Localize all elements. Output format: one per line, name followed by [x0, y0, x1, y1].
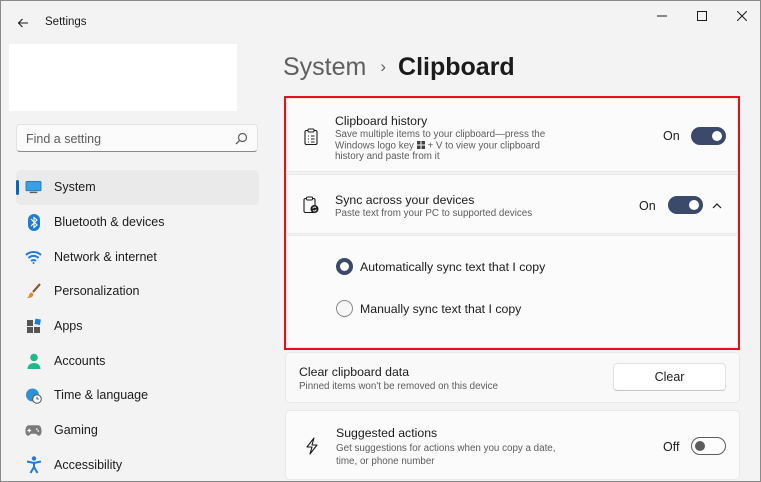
- sidebar-item-time-language[interactable]: Time & language: [16, 378, 259, 413]
- sidebar-item-label: System: [54, 180, 96, 195]
- setting-description: Get suggestions for actions when you cop…: [336, 443, 556, 467]
- back-button[interactable]: [9, 9, 37, 37]
- lightning-icon: [302, 436, 322, 456]
- minimize-button[interactable]: [641, 3, 683, 29]
- maximize-button[interactable]: [681, 3, 723, 29]
- apps-icon: [25, 318, 42, 335]
- account-profile-card[interactable]: [9, 44, 237, 111]
- sidebar-item-bluetooth[interactable]: Bluetooth & devices: [16, 205, 259, 240]
- sidebar-item-accessibility[interactable]: Accessibility: [16, 448, 259, 482]
- minimize-icon: [657, 15, 667, 17]
- gamepad-icon: [25, 422, 42, 439]
- highlight-box: [284, 96, 740, 350]
- page-title: Clipboard: [398, 52, 515, 81]
- close-icon: [737, 11, 747, 21]
- breadcrumb-parent[interactable]: System: [283, 53, 366, 82]
- sidebar-item-system[interactable]: System: [16, 170, 259, 205]
- accessibility-icon: [25, 456, 42, 474]
- maximize-icon: [697, 11, 707, 21]
- setting-title: Clear clipboard data: [299, 365, 410, 379]
- sidebar-item-gaming[interactable]: Gaming: [16, 413, 259, 448]
- back-arrow-icon: [17, 18, 28, 28]
- sidebar-nav: System Bluetooth & devices Network & int…: [16, 170, 259, 482]
- sidebar-item-personalization[interactable]: Personalization: [16, 274, 259, 309]
- sidebar-item-label: Apps: [54, 319, 83, 334]
- sidebar-item-label: Network & internet: [54, 249, 157, 264]
- clear-button[interactable]: Clear: [613, 363, 726, 391]
- title-bar: Settings: [1, 1, 760, 41]
- breadcrumb: System › Clipboard: [283, 51, 515, 83]
- sidebar-item-label: Personalization: [54, 284, 140, 299]
- sidebar-item-label: Time & language: [54, 388, 149, 403]
- sidebar-item-accounts[interactable]: Accounts: [16, 343, 259, 378]
- brush-icon: [25, 283, 42, 300]
- sidebar-item-label: Accounts: [54, 353, 106, 368]
- breadcrumb-separator: ›: [380, 57, 387, 76]
- setting-title: Suggested actions: [336, 426, 438, 440]
- toggle-knob: [695, 441, 705, 451]
- sidebar-item-label: Accessibility: [54, 457, 123, 472]
- bluetooth-icon: [25, 213, 42, 231]
- toggle-state-label: Off: [663, 440, 680, 454]
- wifi-icon: [25, 248, 42, 265]
- globe-clock-icon: [25, 387, 42, 404]
- app-title: Settings: [45, 16, 87, 28]
- sidebar-item-apps[interactable]: Apps: [16, 309, 259, 344]
- sidebar-item-label: Bluetooth & devices: [54, 215, 165, 230]
- close-button[interactable]: [721, 3, 761, 29]
- suggested-actions-card: Suggested actions Get suggestions for ac…: [285, 410, 740, 480]
- sidebar-item-label: Gaming: [54, 423, 98, 438]
- system-icon: [25, 179, 42, 196]
- person-icon: [25, 352, 42, 369]
- search-input[interactable]: Find a setting: [16, 124, 258, 152]
- sidebar-item-network[interactable]: Network & internet: [16, 239, 259, 274]
- suggested-actions-toggle[interactable]: [691, 437, 726, 455]
- search-icon: [235, 132, 248, 145]
- search-placeholder: Find a setting: [26, 132, 102, 146]
- setting-description: Pinned items won't be removed on this de…: [299, 381, 499, 392]
